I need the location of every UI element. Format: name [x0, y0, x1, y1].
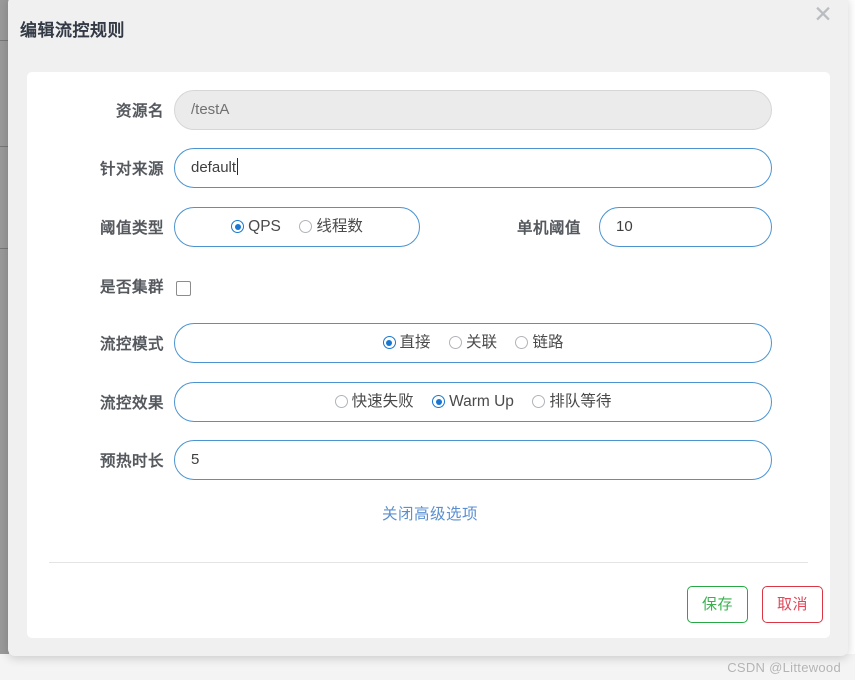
toggle-advanced-options-link[interactable]: 关闭高级选项: [382, 502, 478, 524]
form-row-flow-effect: 流控效果 快速失败 Warm Up 排队等待: [27, 382, 830, 426]
warmup-period-input[interactable]: 5: [174, 440, 772, 480]
label-resource-name: 资源名: [115, 103, 164, 120]
radio-dot-fast-fail-icon: [334, 395, 348, 408]
label-warmup-period: 预热时长: [99, 453, 164, 470]
save-button[interactable]: 保存: [687, 586, 748, 623]
footer-divider: [49, 562, 808, 563]
radio-option-qps[interactable]: QPS: [231, 208, 281, 246]
form-row-resource-name: 资源名 /testA: [27, 90, 830, 134]
radio-dot-warm-up-icon: [432, 395, 446, 408]
threshold-type-radio-group: QPS 线程数: [174, 207, 420, 247]
radio-option-fast-fail[interactable]: 快速失败: [334, 383, 414, 421]
radio-dot-qps-icon: [231, 220, 245, 233]
radio-dot-chain-icon: [515, 336, 529, 349]
radio-label-qps: QPS: [248, 218, 281, 235]
is-cluster-checkbox[interactable]: [176, 281, 191, 296]
radio-label-direct: 直接: [399, 334, 431, 351]
radio-option-thread-count[interactable]: 线程数: [299, 208, 363, 246]
radio-option-associated[interactable]: 关联: [448, 324, 497, 362]
cancel-button[interactable]: 取消: [762, 586, 823, 623]
radio-option-direct[interactable]: 直接: [382, 324, 431, 362]
radio-label-associated: 关联: [465, 334, 497, 351]
form-row-threshold-type: 阈值类型 QPS 线程数 单机阈值 10: [27, 207, 830, 251]
radio-dot-thread-count-icon: [299, 220, 313, 233]
radio-label-fast-fail: 快速失败: [351, 393, 414, 410]
label-is-cluster: 是否集群: [99, 279, 164, 296]
dialog-title: 编辑流控规则: [20, 21, 125, 40]
watermark: CSDN @Littewood: [727, 660, 841, 675]
radio-label-chain: 链路: [532, 334, 564, 351]
edit-flow-rule-dialog: 编辑流控规则 ✕ 资源名 /testA 针对来源 default 阈值类型 QP…: [8, 0, 848, 656]
radio-option-chain[interactable]: 链路: [515, 324, 563, 362]
close-icon[interactable]: ✕: [810, 2, 836, 28]
radio-label-queue-wait: 排队等待: [549, 393, 612, 410]
label-limit-origin: 针对来源: [99, 161, 164, 178]
form-row-is-cluster: 是否集群: [27, 266, 830, 310]
radio-dot-associated-icon: [448, 336, 462, 349]
label-threshold-type: 阈值类型: [99, 220, 164, 237]
radio-label-warm-up: Warm Up: [449, 393, 514, 410]
radio-dot-queue-wait-icon: [532, 395, 546, 408]
label-flow-effect: 流控效果: [99, 395, 164, 412]
limit-origin-value: default: [191, 159, 237, 176]
radio-option-queue-wait[interactable]: 排队等待: [532, 383, 611, 421]
limit-origin-input[interactable]: default: [174, 148, 772, 188]
form-card: 资源名 /testA 针对来源 default 阈值类型 QPS 线程数 单机阈…: [27, 72, 830, 638]
radio-dot-direct-icon: [382, 336, 396, 349]
flow-mode-radio-group: 直接 关联 链路: [174, 323, 772, 363]
label-single-threshold: 单机阈值: [516, 220, 581, 237]
label-flow-mode: 流控模式: [99, 336, 164, 353]
radio-label-thread-count: 线程数: [316, 218, 363, 235]
form-row-warmup-period: 预热时长 5: [27, 440, 830, 484]
text-caret: [237, 158, 239, 175]
flow-effect-radio-group: 快速失败 Warm Up 排队等待: [174, 382, 772, 422]
form-row-limit-origin: 针对来源 default: [27, 148, 830, 192]
form-row-flow-mode: 流控模式 直接 关联 链路: [27, 323, 830, 367]
resource-name-input: /testA: [174, 90, 772, 130]
radio-option-warm-up[interactable]: Warm Up: [432, 383, 514, 421]
single-threshold-input[interactable]: 10: [599, 207, 772, 247]
